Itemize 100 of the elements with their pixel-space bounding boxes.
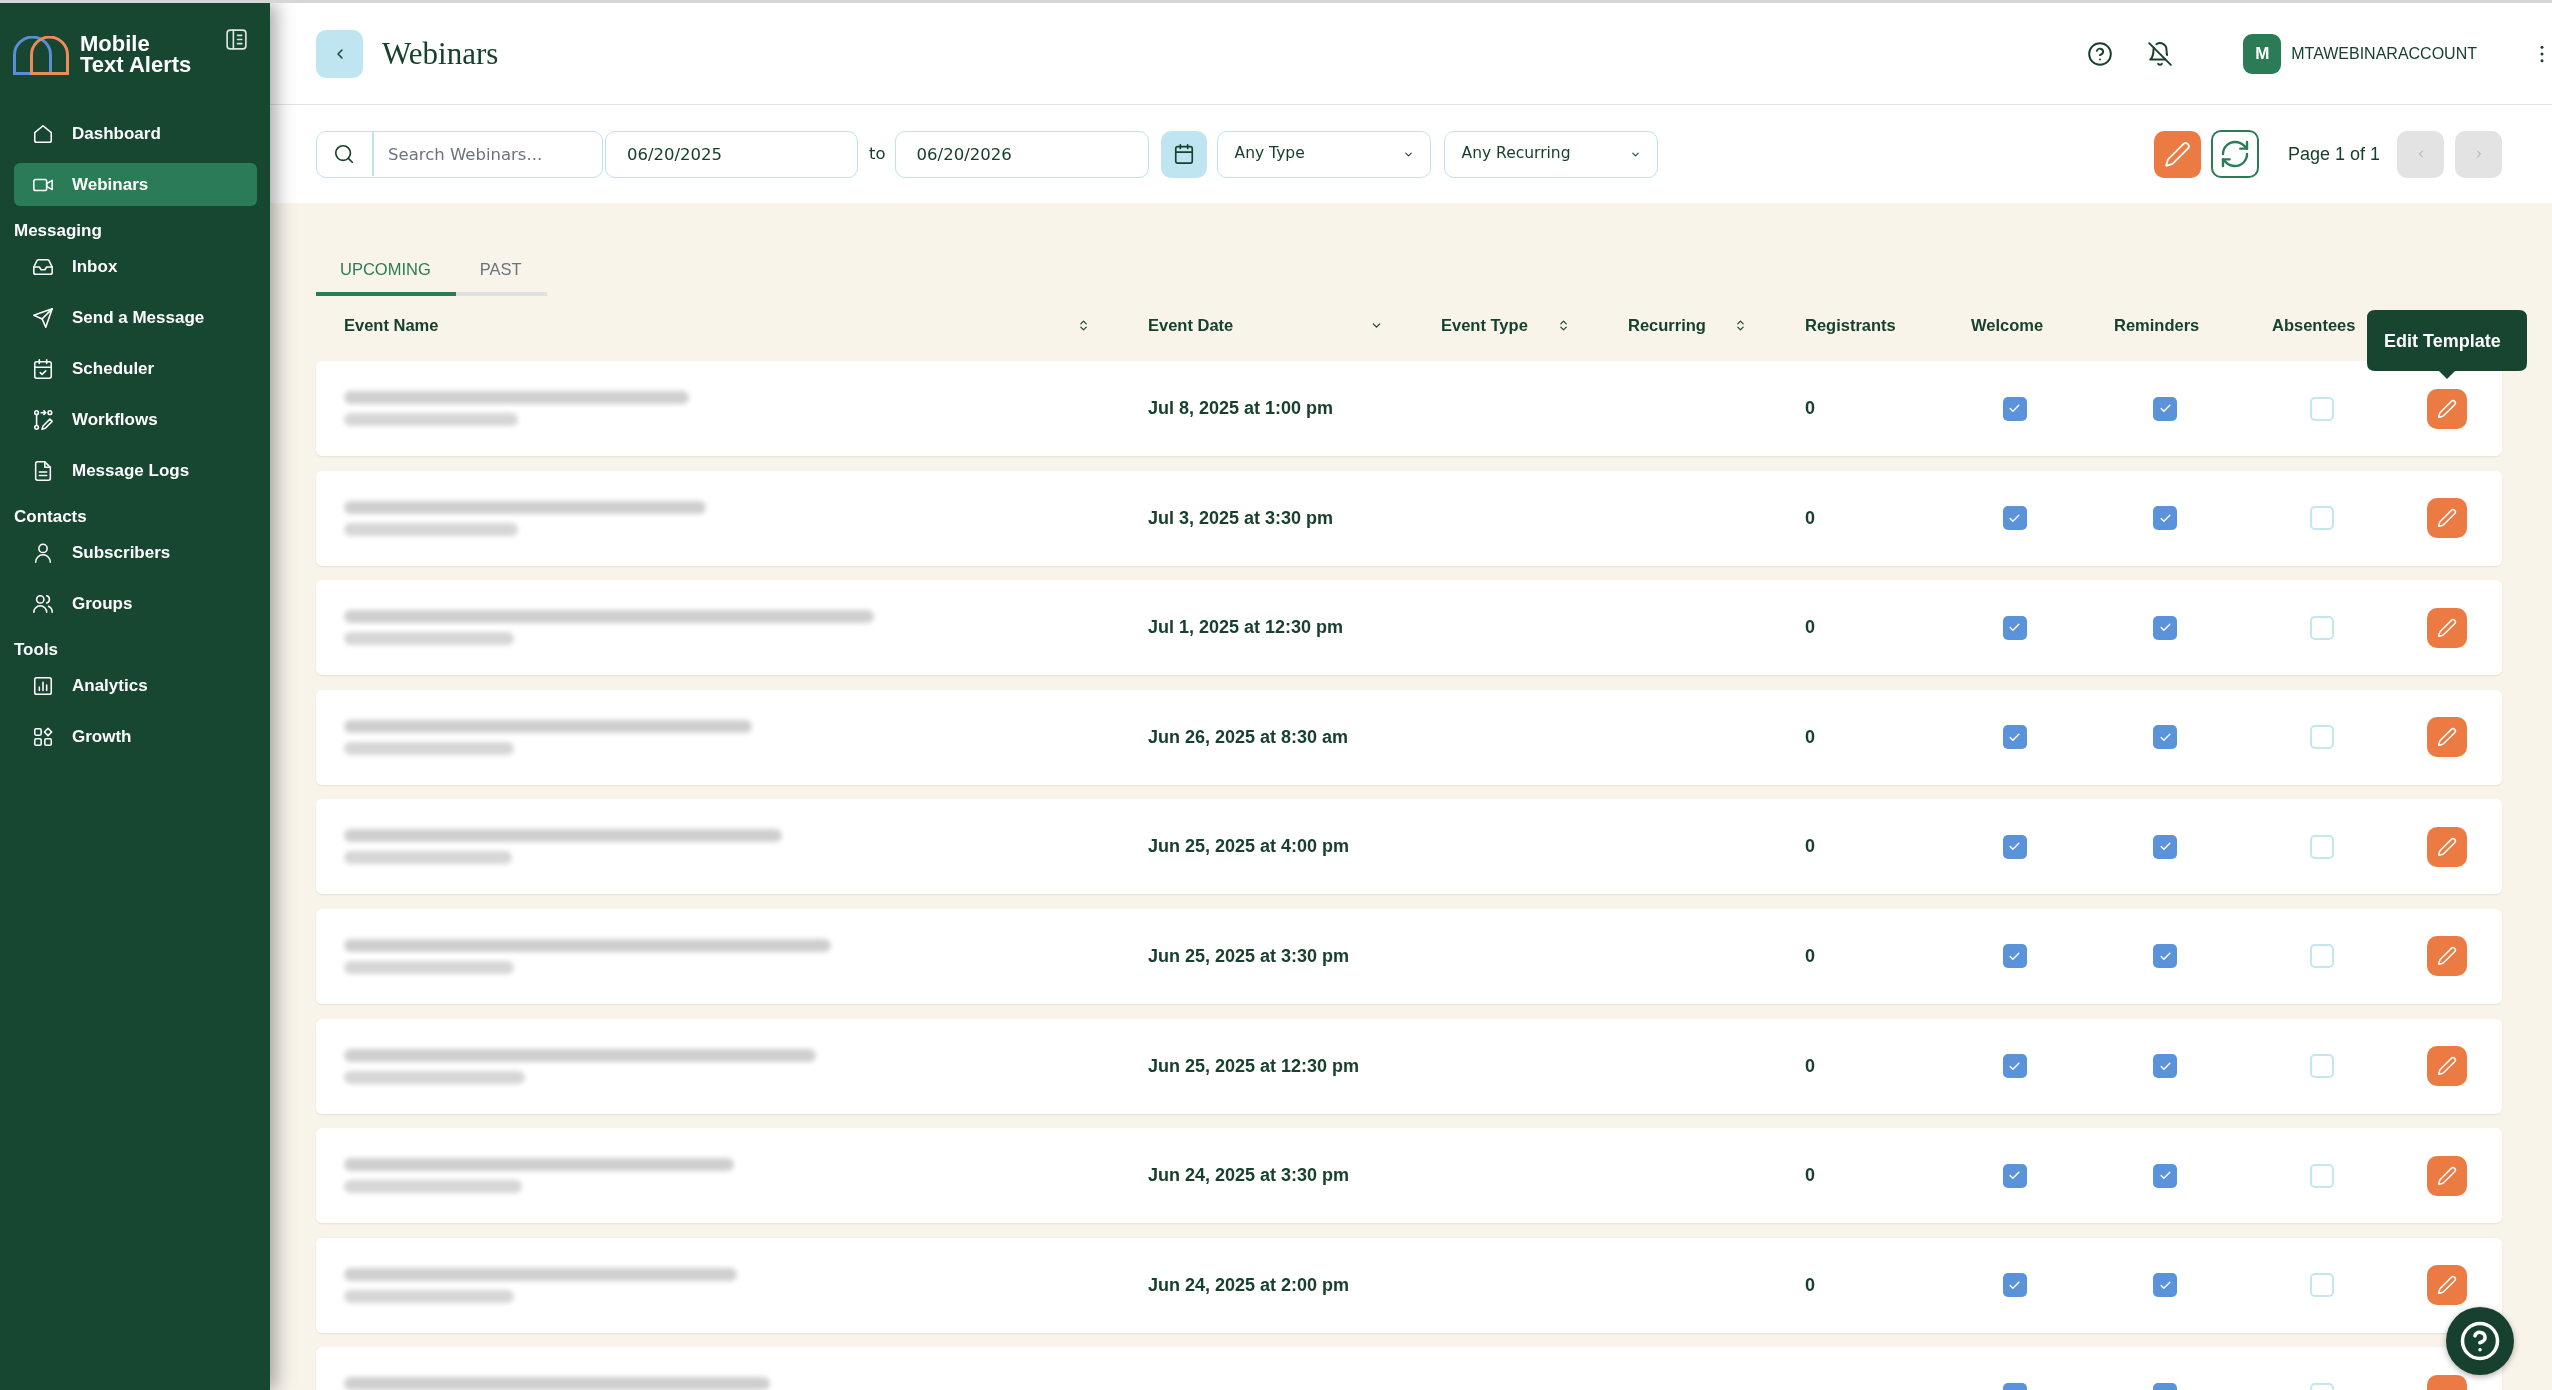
tooltip-label: Edit Template bbox=[2384, 329, 2501, 352]
tab[interactable]: PAST bbox=[455, 247, 547, 296]
sort-icon bbox=[1557, 318, 1570, 332]
checkbox[interactable] bbox=[2310, 396, 2334, 421]
search-icon bbox=[333, 143, 355, 165]
checkbox[interactable] bbox=[2153, 396, 2177, 421]
checkbox[interactable] bbox=[2153, 1273, 2177, 1298]
sidebar-item[interactable]: Growth bbox=[14, 715, 257, 758]
registrant-count: 0 bbox=[1805, 617, 1815, 638]
tab[interactable]: UPCOMING bbox=[316, 247, 456, 296]
event-date: Jun 25, 2025 at 4:00 pm bbox=[1148, 836, 1350, 857]
checkbox[interactable] bbox=[2153, 725, 2177, 750]
recurring-dropdown[interactable]: Any Recurring bbox=[1443, 130, 1658, 178]
edit-button[interactable] bbox=[2427, 607, 2467, 648]
checkbox[interactable] bbox=[2002, 615, 2027, 640]
checkbox[interactable] bbox=[2153, 1054, 2177, 1079]
checkbox[interactable] bbox=[2002, 1273, 2027, 1298]
checkbox[interactable] bbox=[2310, 615, 2334, 640]
edit-button[interactable] bbox=[2427, 388, 2467, 429]
sidebar-item[interactable]: Inbox bbox=[14, 245, 257, 288]
table-row[interactable]: Jul 1, 2025 at 12:30 pm 0 bbox=[316, 580, 2502, 676]
brand-name: Mobile Text Alerts bbox=[80, 33, 192, 75]
checkbox[interactable] bbox=[2310, 1054, 2334, 1079]
pencil-icon bbox=[2437, 727, 2457, 748]
table-row[interactable]: Jun 24, 2025 at 3:30 pm 0 bbox=[316, 1128, 2502, 1224]
checkbox[interactable] bbox=[2310, 1273, 2334, 1298]
checkbox[interactable] bbox=[2310, 834, 2334, 859]
user-icon bbox=[32, 541, 54, 564]
event-date: Jun 26, 2025 at 8:30 am bbox=[1148, 726, 1349, 747]
bell-off-icon[interactable] bbox=[2147, 40, 2174, 67]
pencil-icon bbox=[2437, 946, 2457, 967]
sidebar-item[interactable]: Dashboard bbox=[14, 112, 257, 155]
sidebar-item[interactable]: Groups bbox=[14, 582, 257, 625]
registrant-count: 0 bbox=[1805, 507, 1815, 528]
checkbox[interactable] bbox=[2310, 944, 2334, 969]
sidebar-item[interactable]: Message Logs bbox=[14, 449, 257, 492]
checkbox[interactable] bbox=[2310, 506, 2334, 531]
checkbox[interactable] bbox=[2002, 1054, 2027, 1079]
table-row[interactable]: Jun 25, 2025 at 3:30 pm 0 bbox=[316, 908, 2502, 1004]
section-label: Contacts bbox=[14, 506, 88, 528]
checkbox[interactable] bbox=[2002, 506, 2027, 531]
calendar-icon bbox=[1172, 143, 1195, 165]
event-date: Jun 25, 2025 at 12:30 pm bbox=[1148, 1055, 1360, 1076]
table-row[interactable]: Jul 3, 2025 at 3:30 pm 0 bbox=[316, 470, 2502, 566]
edit-button[interactable] bbox=[2427, 1046, 2467, 1087]
edit-button[interactable] bbox=[2427, 1265, 2467, 1306]
registrant-count: 0 bbox=[1805, 1274, 1815, 1295]
edit-button[interactable] bbox=[2427, 498, 2467, 539]
sidebar-item[interactable]: Scheduler bbox=[14, 347, 257, 390]
checkbox[interactable] bbox=[2153, 506, 2177, 531]
help-icon[interactable] bbox=[2087, 40, 2114, 67]
bar-chart-icon bbox=[32, 674, 54, 697]
edit-template-button[interactable] bbox=[2153, 130, 2201, 178]
checkmark-icon bbox=[2008, 402, 2021, 415]
checkmark-icon bbox=[2158, 402, 2172, 415]
registrant-count: 0 bbox=[1805, 726, 1815, 747]
checkbox[interactable] bbox=[2002, 944, 2027, 969]
registrant-count: 0 bbox=[1805, 836, 1815, 857]
sidebar-item[interactable]: Workflows bbox=[14, 398, 257, 441]
sidebar-toggle-icon[interactable] bbox=[224, 27, 249, 52]
account-name[interactable]: MTAWEBINARACCOUNT bbox=[2291, 41, 2477, 66]
sidebar-item[interactable]: Subscribers bbox=[14, 531, 257, 574]
checkbox[interactable] bbox=[2153, 615, 2177, 640]
checkbox[interactable] bbox=[2310, 725, 2334, 750]
shapes-icon bbox=[32, 725, 54, 748]
refresh-button[interactable] bbox=[2210, 130, 2259, 178]
checkbox[interactable] bbox=[2002, 396, 2027, 421]
search-field[interactable]: Search Webinars... bbox=[316, 130, 603, 178]
sidebar-item[interactable]: Send a Message bbox=[14, 296, 257, 339]
type-dropdown[interactable]: Any Type bbox=[1216, 130, 1431, 178]
sidebar-item[interactable]: Webinars bbox=[14, 163, 257, 206]
date-field[interactable]: 06/20/2026 bbox=[894, 130, 1149, 178]
checkbox[interactable] bbox=[2153, 834, 2177, 859]
checkbox[interactable] bbox=[2002, 725, 2027, 750]
event-date: Jul 1, 2025 at 12:30 pm bbox=[1148, 617, 1344, 638]
page-title: Webinars bbox=[382, 38, 499, 69]
checkbox[interactable] bbox=[2310, 1163, 2334, 1188]
table-row[interactable]: Jun 25, 2025 at 4:00 pm 0 bbox=[316, 799, 2502, 895]
checkbox[interactable] bbox=[2153, 944, 2177, 969]
calendar-button[interactable] bbox=[1160, 130, 1207, 178]
table-row[interactable]: Jun 24, 2025 at 2:00 pm 0 bbox=[316, 1237, 2502, 1333]
avatar[interactable]: M bbox=[2243, 33, 2282, 74]
logo-icon bbox=[13, 36, 69, 75]
edit-button[interactable] bbox=[2427, 717, 2467, 758]
table-row[interactable]: Jun 25, 2025 at 12:30 pm 0 bbox=[316, 1018, 2502, 1114]
edit-button[interactable] bbox=[2427, 1155, 2467, 1196]
table-row[interactable]: Jun 26, 2025 at 8:30 am 0 bbox=[316, 689, 2502, 785]
checkbox[interactable] bbox=[2002, 834, 2027, 859]
pencil-icon bbox=[2437, 1165, 2457, 1186]
sidebar-item[interactable]: Analytics bbox=[14, 664, 257, 707]
checkbox[interactable] bbox=[2002, 1163, 2027, 1188]
edit-button[interactable] bbox=[2427, 936, 2467, 977]
pencil-icon bbox=[2437, 617, 2457, 638]
calendar-check-icon bbox=[32, 357, 54, 380]
date-field[interactable]: 06/20/2025 bbox=[605, 130, 858, 178]
pencil-icon bbox=[2437, 398, 2457, 419]
edit-button[interactable] bbox=[2427, 826, 2467, 867]
pencil-icon bbox=[2437, 1056, 2457, 1077]
checkbox[interactable] bbox=[2153, 1163, 2177, 1188]
pencil-icon bbox=[2437, 836, 2457, 857]
